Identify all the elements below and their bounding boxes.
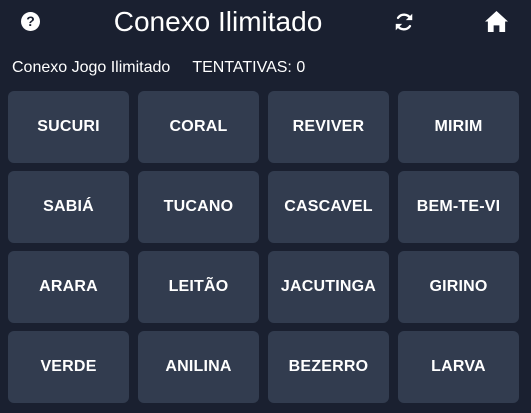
word-tile[interactable]: TUCANO <box>138 171 259 243</box>
word-tile[interactable]: BEZERRO <box>268 331 389 403</box>
word-tile[interactable]: ARARA <box>8 251 129 323</box>
word-tile[interactable]: JACUTINGA <box>268 251 389 323</box>
page-title: Conexo Ilimitado <box>113 6 323 37</box>
word-tile[interactable]: REVIVER <box>268 91 389 163</box>
word-tile[interactable]: LARVA <box>398 331 519 403</box>
refresh-icon[interactable] <box>393 11 415 33</box>
top-bar: ? Conexo Ilimitado <box>0 0 531 44</box>
word-tile[interactable]: LEITÃO <box>138 251 259 323</box>
word-tile[interactable]: CASCAVEL <box>268 171 389 243</box>
attempts-counter: TENTATIVAS: 0 <box>192 59 306 76</box>
word-tile[interactable]: SUCURI <box>8 91 129 163</box>
word-tile[interactable]: VERDE <box>8 331 129 403</box>
game-mode-label: Conexo Jogo Ilimitado <box>12 59 171 76</box>
word-tile[interactable]: MIRIM <box>398 91 519 163</box>
game-status-bar: Conexo Jogo Ilimitado TENTATIVAS: 0 <box>12 58 305 78</box>
word-tile[interactable]: SABIÁ <box>8 171 129 243</box>
word-tile[interactable]: ANILINA <box>138 331 259 403</box>
word-tile[interactable]: GIRINO <box>398 251 519 323</box>
word-tile[interactable]: BEM-TE-VI <box>398 171 519 243</box>
word-grid: SUCURI CORAL REVIVER MIRIM SABIÁ TUCANO … <box>8 91 523 403</box>
home-icon[interactable] <box>484 10 509 33</box>
word-tile[interactable]: CORAL <box>138 91 259 163</box>
